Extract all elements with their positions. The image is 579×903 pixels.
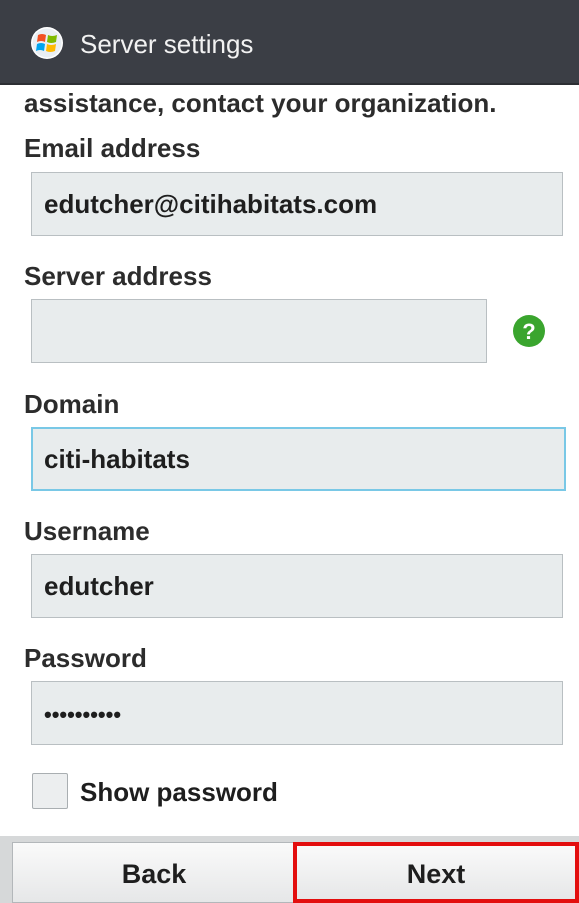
domain-label: Domain — [24, 389, 120, 419]
username-label: Username — [24, 516, 150, 546]
back-button[interactable]: Back — [12, 842, 296, 903]
email-field[interactable]: edutcher@citihabitats.com — [31, 172, 563, 236]
username-field[interactable]: edutcher — [31, 554, 563, 618]
svg-text:?: ? — [522, 319, 535, 344]
domain-field[interactable]: citi-habitats — [31, 427, 566, 491]
next-button[interactable]: Next — [293, 842, 579, 903]
windows-logo-icon — [31, 27, 63, 59]
title-bar: Server settings — [0, 0, 579, 85]
server-address-field[interactable] — [31, 299, 487, 363]
server-settings-screen: Server settings assistance, contact your… — [0, 0, 579, 903]
help-question-icon[interactable]: ? — [512, 314, 546, 348]
show-password-label[interactable]: Show password — [80, 774, 278, 810]
password-label: Password — [24, 643, 147, 673]
password-field[interactable]: •••••••••• — [31, 681, 563, 745]
intro-text: assistance, contact your organization. — [24, 88, 497, 118]
email-label: Email address — [24, 133, 201, 163]
window-title: Server settings — [80, 29, 254, 59]
show-password-checkbox[interactable] — [32, 773, 68, 809]
password-mask: •••••••••• — [44, 702, 122, 727]
server-address-label: Server address — [24, 261, 212, 291]
